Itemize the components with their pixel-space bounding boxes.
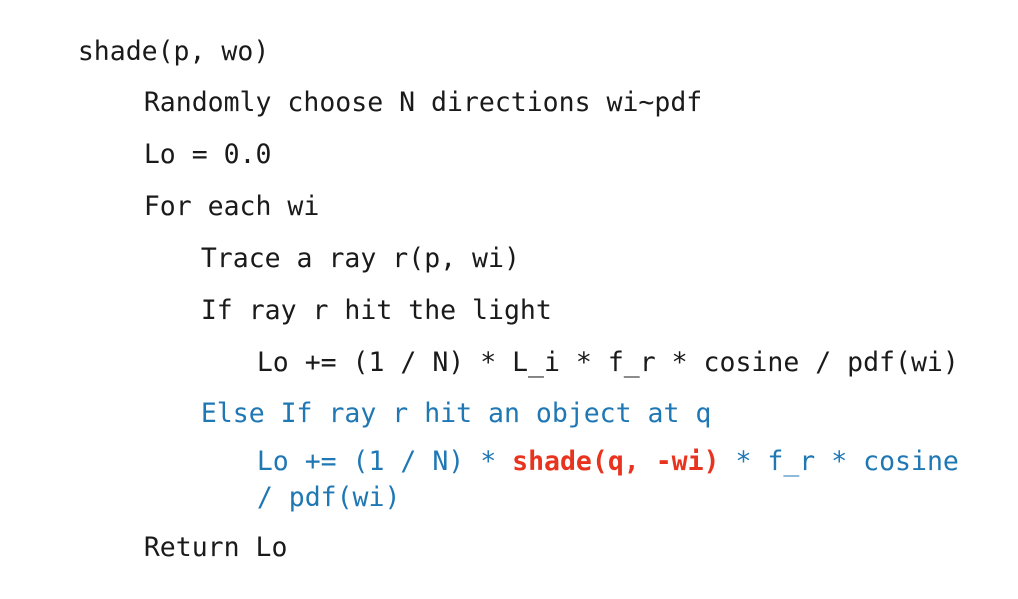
code-line-sample-directions: Randomly choose N directions wi~pdf <box>0 52 1018 118</box>
code-line-accumulate-direct: Lo += (1 / N) * L_i * f_r * cosine / pdf… <box>0 312 1018 378</box>
code-token: Return Lo <box>143 532 288 563</box>
code-line-accumulate-indirect-wrap: / pdf(wi) <box>0 447 1018 513</box>
code-line-if-hit-light: If ray r hit the light <box>0 260 1018 326</box>
code-line-init-lo: Lo = 0.0 <box>0 104 1018 170</box>
pseudocode-block: shade(p, wo) Randomly choose N direction… <box>0 0 1018 563</box>
code-line-trace-ray: Trace a ray r(p, wi) <box>0 208 1018 274</box>
code-line-return-lo: Return Lo <box>0 497 1018 563</box>
code-line-function-signature: shade(p, wo) <box>0 1 1018 67</box>
code-line-accumulate-indirect: Lo += (1 / N) * shade(q, -wi) * f_r * co… <box>0 411 1018 477</box>
code-line-else-if-hit-object: Else If ray r hit an object at q <box>0 363 1018 429</box>
code-line-for-each-wi: For each wi <box>0 156 1018 222</box>
